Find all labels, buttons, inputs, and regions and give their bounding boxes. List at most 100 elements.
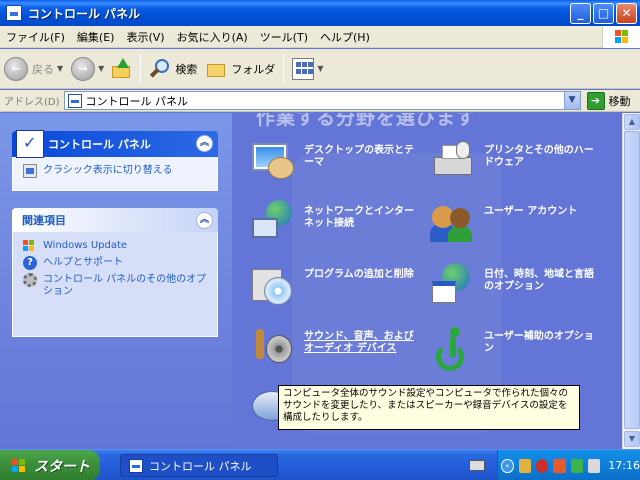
switch-to-classic-view-label: クラシック表示に切り替える [43,165,173,176]
maximize-button[interactable]: □ [593,3,614,24]
toolbar: ← 戻る ▼ → ▼ 検索 フォルダ ▼ [0,49,640,89]
related-topics-section: 関連項目 ︽ Windows Update ? ヘルプとサポート コントロール … [12,208,218,337]
window-title: コントロール パネル [28,6,141,21]
up-button[interactable] [108,52,136,86]
classic-view-icon [23,164,37,178]
network-icon [250,200,296,246]
tray-network-icon[interactable] [570,458,583,473]
search-label: 検索 [175,62,198,76]
control-panel-section-header[interactable]: コントロール パネル ︽ [12,130,218,158]
go-label: 移動 [608,94,631,108]
search-button[interactable]: 検索 [145,52,201,86]
sound-icon [250,325,296,371]
windows-update-link[interactable]: Windows Update [23,240,207,253]
category-date-time-language[interactable]: 日付、時刻、地域と言語のオプション [430,263,602,309]
category-sound[interactable]: サウンド、音声、およびオーディオ デバイス [250,325,422,371]
category-appearance[interactable]: デスクトップの表示とテーマ [250,139,422,185]
help-and-support-link[interactable]: ? ヘルプとサポート [23,256,207,270]
minimize-button[interactable]: _ [570,3,591,24]
menu-favorites[interactable]: お気に入り(A) [171,29,254,45]
other-options-link[interactable]: コントロール パネルのその他のオプション [23,273,207,298]
folder-up-icon [112,57,132,80]
category-label: プログラムの追加と削除 [304,269,414,280]
taskbar-button-label: コントロール パネル [149,459,252,473]
system-tray: « 17:16 [497,450,640,480]
category-label: プリンタとその他のハードウェア [484,145,594,168]
windows-flag-icon [615,30,629,44]
windows-logo [602,26,640,48]
security-shield-icon[interactable] [535,458,549,473]
category-label: ネットワークとインターネット接続 [304,206,414,229]
category-user-accounts[interactable]: ユーザー アカウント [430,200,602,246]
volume-icon[interactable] [587,458,601,473]
folders-label: フォルダ [231,62,276,76]
go-button[interactable]: ➔ 移動 [586,91,631,110]
windows-update-label: Windows Update [43,240,128,251]
title-bar[interactable]: コントロール パネル _ □ ✕ [0,0,640,26]
forward-arrow-icon: → [71,56,96,81]
address-value: コントロール パネル [85,94,189,108]
address-field[interactable]: コントロール パネル ▼ [63,91,581,110]
close-button[interactable]: ✕ [616,3,637,24]
user-accounts-icon [430,200,476,246]
scroll-thumb[interactable] [624,131,640,429]
printer-hardware-icon [430,139,476,185]
tray-tool-icon[interactable] [518,458,531,473]
folders-button[interactable]: フォルダ [201,52,279,86]
toolbar-separator [283,54,285,83]
forward-button[interactable]: → ▼ [67,52,108,86]
vertical-scrollbar[interactable]: ▲ ▼ [622,113,640,449]
show-hidden-icons-button[interactable]: « [501,458,514,473]
section-title: コントロール パネル [48,138,151,151]
back-dropdown-icon[interactable]: ▼ [57,64,63,73]
views-button[interactable]: ▼ [288,52,327,86]
scroll-down-button[interactable]: ▼ [624,431,640,447]
help-icon: ? [23,256,37,270]
gear-icon [23,273,37,287]
add-remove-programs-icon [250,263,296,309]
taskbar: スタート コントロール パネル « 17:16 [0,449,640,480]
keyboard-icon[interactable] [469,460,485,471]
help-and-support-label: ヘルプとサポート [43,257,123,268]
date-time-language-icon [430,263,476,309]
related-topics-header[interactable]: 関連項目 ︽ [12,208,218,232]
control-panel-icon [6,5,22,21]
control-panel-icon [67,93,82,108]
category-network[interactable]: ネットワークとインターネット接続 [250,200,422,246]
category-add-remove-programs[interactable]: プログラムの追加と削除 [250,263,422,309]
address-dropdown-icon[interactable]: ▼ [563,92,580,109]
category-accessibility[interactable]: ユーザー補助のオプション [430,325,602,371]
toolbar-separator [140,54,142,83]
views-icon [292,57,315,80]
collapse-icon[interactable]: ︽ [196,135,213,152]
tray-app-icon[interactable] [553,458,566,473]
switch-to-classic-view-link[interactable]: クラシック表示に切り替える [23,164,207,178]
clock[interactable]: 17:16 [608,459,640,472]
address-label: アドレス(D) [4,97,60,108]
collapse-icon[interactable]: ︽ [196,212,213,229]
related-topics-body: Windows Update ? ヘルプとサポート コントロール パネルのその他… [12,232,218,337]
menu-file[interactable]: ファイル(F) [0,29,71,45]
start-label: スタート [34,458,90,475]
back-arrow-icon: ← [4,56,28,81]
menu-edit[interactable]: 編集(E) [71,29,121,45]
category-label: ユーザー アカウント [484,206,578,217]
accessibility-icon [430,325,476,371]
folders-icon [205,59,227,79]
menu-help[interactable]: ヘルプ(H) [314,29,376,45]
menu-tools[interactable]: ツール(T) [254,29,314,45]
address-bar: アドレス(D) コントロール パネル ▼ ➔ 移動 [0,90,640,112]
taskbar-button-control-panel[interactable]: コントロール パネル [120,454,278,477]
pick-category-heading: 作業する分野を選びます [256,113,477,129]
back-button[interactable]: ← 戻る ▼ [0,52,67,86]
forward-dropdown-icon[interactable]: ▼ [98,64,104,73]
scroll-up-button[interactable]: ▲ [624,114,640,130]
go-arrow-icon: ➔ [586,91,605,110]
category-label: 日付、時刻、地域と言語のオプション [484,269,594,292]
start-button[interactable]: スタート [0,450,100,480]
windows-flag-icon [12,458,26,473]
views-dropdown-icon[interactable]: ▼ [317,64,323,73]
control-panel-section: コントロール パネル ︽ クラシック表示に切り替える [12,130,218,191]
menu-view[interactable]: 表示(V) [120,29,170,45]
category-printers-hardware[interactable]: プリンタとその他のハードウェア [430,139,602,185]
